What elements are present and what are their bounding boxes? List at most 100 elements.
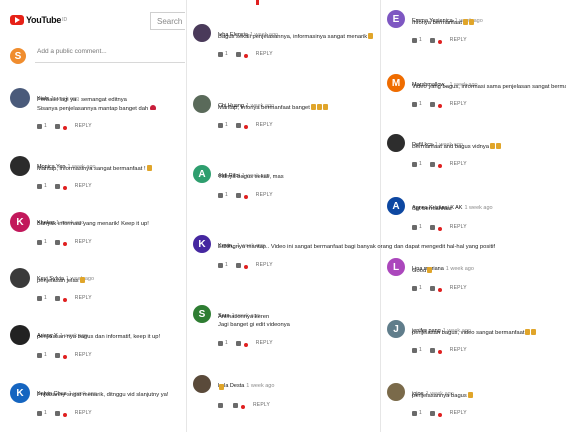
comment-actions: 1 REPLY bbox=[412, 101, 467, 108]
like-icon[interactable] bbox=[37, 183, 42, 189]
avatar[interactable]: J bbox=[387, 320, 405, 338]
dislike-icon[interactable] bbox=[54, 352, 60, 358]
like-icon[interactable] bbox=[412, 161, 417, 167]
add-comment-input[interactable]: Add a public comment... bbox=[37, 48, 107, 55]
like-icon[interactable] bbox=[412, 101, 417, 107]
like-icon[interactable] bbox=[218, 262, 223, 268]
reply-button[interactable]: REPLY bbox=[450, 347, 467, 353]
dislike-icon[interactable] bbox=[54, 295, 60, 301]
dislike-icon[interactable] bbox=[429, 224, 435, 230]
reply-button[interactable]: REPLY bbox=[450, 161, 467, 167]
like-icon[interactable] bbox=[37, 295, 42, 301]
comment-timestamp[interactable]: 1 week ago bbox=[446, 266, 474, 272]
reply-button[interactable]: REPLY bbox=[256, 51, 273, 57]
comment-text-line: Bermanfaat and bagus vidnya bbox=[412, 144, 490, 150]
dislike-icon[interactable] bbox=[54, 239, 60, 245]
add-comment-box[interactable]: S Add a public comment... bbox=[0, 42, 185, 70]
dislike-icon[interactable] bbox=[54, 183, 60, 189]
like-icon[interactable] bbox=[412, 37, 417, 43]
reply-button[interactable]: REPLY bbox=[75, 239, 92, 245]
like-icon[interactable] bbox=[412, 347, 417, 353]
avatar[interactable]: S bbox=[193, 305, 211, 323]
avatar[interactable] bbox=[193, 95, 211, 113]
reply-button[interactable]: REPLY bbox=[75, 410, 92, 416]
dislike-icon[interactable] bbox=[429, 101, 435, 107]
like-icon[interactable] bbox=[218, 192, 223, 198]
avatar[interactable] bbox=[10, 156, 30, 176]
dislike-icon[interactable] bbox=[429, 285, 435, 291]
like-count: 1 bbox=[225, 192, 228, 198]
reply-button[interactable]: REPLY bbox=[450, 410, 467, 416]
like-icon[interactable] bbox=[218, 122, 223, 128]
reply-button[interactable]: REPLY bbox=[450, 101, 467, 107]
comments-column-2: Ivha Elencia 1 week ago Bagus sekali penje… bbox=[190, 0, 495, 432]
dislike-icon[interactable] bbox=[429, 161, 435, 167]
like-icon[interactable] bbox=[37, 123, 42, 129]
avatar[interactable] bbox=[387, 383, 405, 401]
dislike-icon[interactable] bbox=[54, 123, 60, 129]
reply-button[interactable]: REPLY bbox=[75, 295, 92, 301]
dislike-icon[interactable] bbox=[235, 192, 241, 198]
avatar[interactable] bbox=[193, 24, 211, 42]
youtube-country-code: ID bbox=[62, 17, 68, 23]
youtube-logo[interactable]: YouTube ID bbox=[10, 15, 67, 25]
creator-heart-icon bbox=[243, 265, 248, 269]
reply-button[interactable]: REPLY bbox=[75, 352, 92, 358]
like-icon[interactable] bbox=[218, 402, 223, 408]
like-count: 1 bbox=[44, 410, 47, 416]
dislike-icon[interactable] bbox=[235, 122, 241, 128]
reply-button[interactable]: REPLY bbox=[450, 37, 467, 43]
reply-button[interactable]: REPLY bbox=[256, 122, 273, 128]
reply-button[interactable]: REPLY bbox=[256, 192, 273, 198]
avatar[interactable]: A bbox=[193, 165, 211, 183]
reply-button[interactable]: REPLY bbox=[256, 262, 273, 268]
avatar[interactable]: K bbox=[193, 235, 211, 253]
dislike-icon[interactable] bbox=[233, 402, 238, 408]
avatar[interactable] bbox=[10, 88, 30, 108]
dislike-icon[interactable] bbox=[429, 347, 435, 353]
like-icon[interactable] bbox=[37, 352, 42, 358]
avatar[interactable]: M bbox=[387, 74, 405, 92]
avatar[interactable] bbox=[10, 268, 30, 288]
reply-button[interactable]: REPLY bbox=[450, 285, 467, 291]
reply-button[interactable]: REPLY bbox=[75, 123, 92, 129]
dislike-icon[interactable] bbox=[235, 340, 241, 346]
comment-timestamp[interactable]: 1 week ago bbox=[464, 205, 492, 211]
avatar[interactable]: L bbox=[387, 258, 405, 276]
comment-actions: 1 REPLY bbox=[218, 262, 273, 269]
like-count: 1 bbox=[419, 37, 422, 43]
like-icon[interactable] bbox=[412, 224, 417, 230]
like-icon[interactable] bbox=[218, 340, 223, 346]
comment-actions: 1 REPLY bbox=[412, 285, 467, 292]
like-icon[interactable] bbox=[218, 51, 223, 57]
like-count: 1 bbox=[225, 340, 228, 346]
search-input[interactable]: Search bbox=[150, 12, 185, 30]
avatar[interactable] bbox=[10, 325, 30, 345]
creator-heart-icon bbox=[241, 405, 245, 409]
comment-actions: 1 REPLY bbox=[412, 224, 467, 231]
dislike-icon[interactable] bbox=[429, 410, 435, 416]
like-icon[interactable] bbox=[37, 410, 42, 416]
dislike-icon[interactable] bbox=[235, 262, 241, 268]
comment-text-line: Infonya bermanfaat bbox=[412, 20, 462, 26]
avatar[interactable]: K bbox=[10, 383, 30, 403]
comment-text: penjelasan nya bagus dan informatif, kee… bbox=[37, 334, 160, 342]
dislike-icon[interactable] bbox=[235, 51, 241, 57]
like-icon[interactable] bbox=[37, 239, 42, 245]
reply-button[interactable]: REPLY bbox=[450, 224, 467, 230]
like-icon[interactable] bbox=[412, 285, 417, 291]
reply-button[interactable]: REPLY bbox=[253, 402, 270, 408]
dislike-icon[interactable] bbox=[429, 37, 435, 43]
reply-button[interactable]: REPLY bbox=[75, 183, 92, 189]
comment-timestamp[interactable]: 1 week ago bbox=[246, 383, 274, 389]
reply-button[interactable]: REPLY bbox=[256, 340, 273, 346]
avatar[interactable] bbox=[193, 375, 211, 393]
dislike-icon[interactable] bbox=[54, 410, 60, 416]
avatar[interactable] bbox=[387, 134, 405, 152]
comment-actions: 1 REPLY bbox=[37, 239, 92, 246]
avatar[interactable]: A bbox=[387, 197, 405, 215]
avatar[interactable]: K bbox=[10, 212, 30, 232]
avatar[interactable]: E bbox=[387, 10, 405, 28]
comment-actions: REPLY bbox=[218, 402, 270, 409]
like-icon[interactable] bbox=[412, 410, 417, 416]
